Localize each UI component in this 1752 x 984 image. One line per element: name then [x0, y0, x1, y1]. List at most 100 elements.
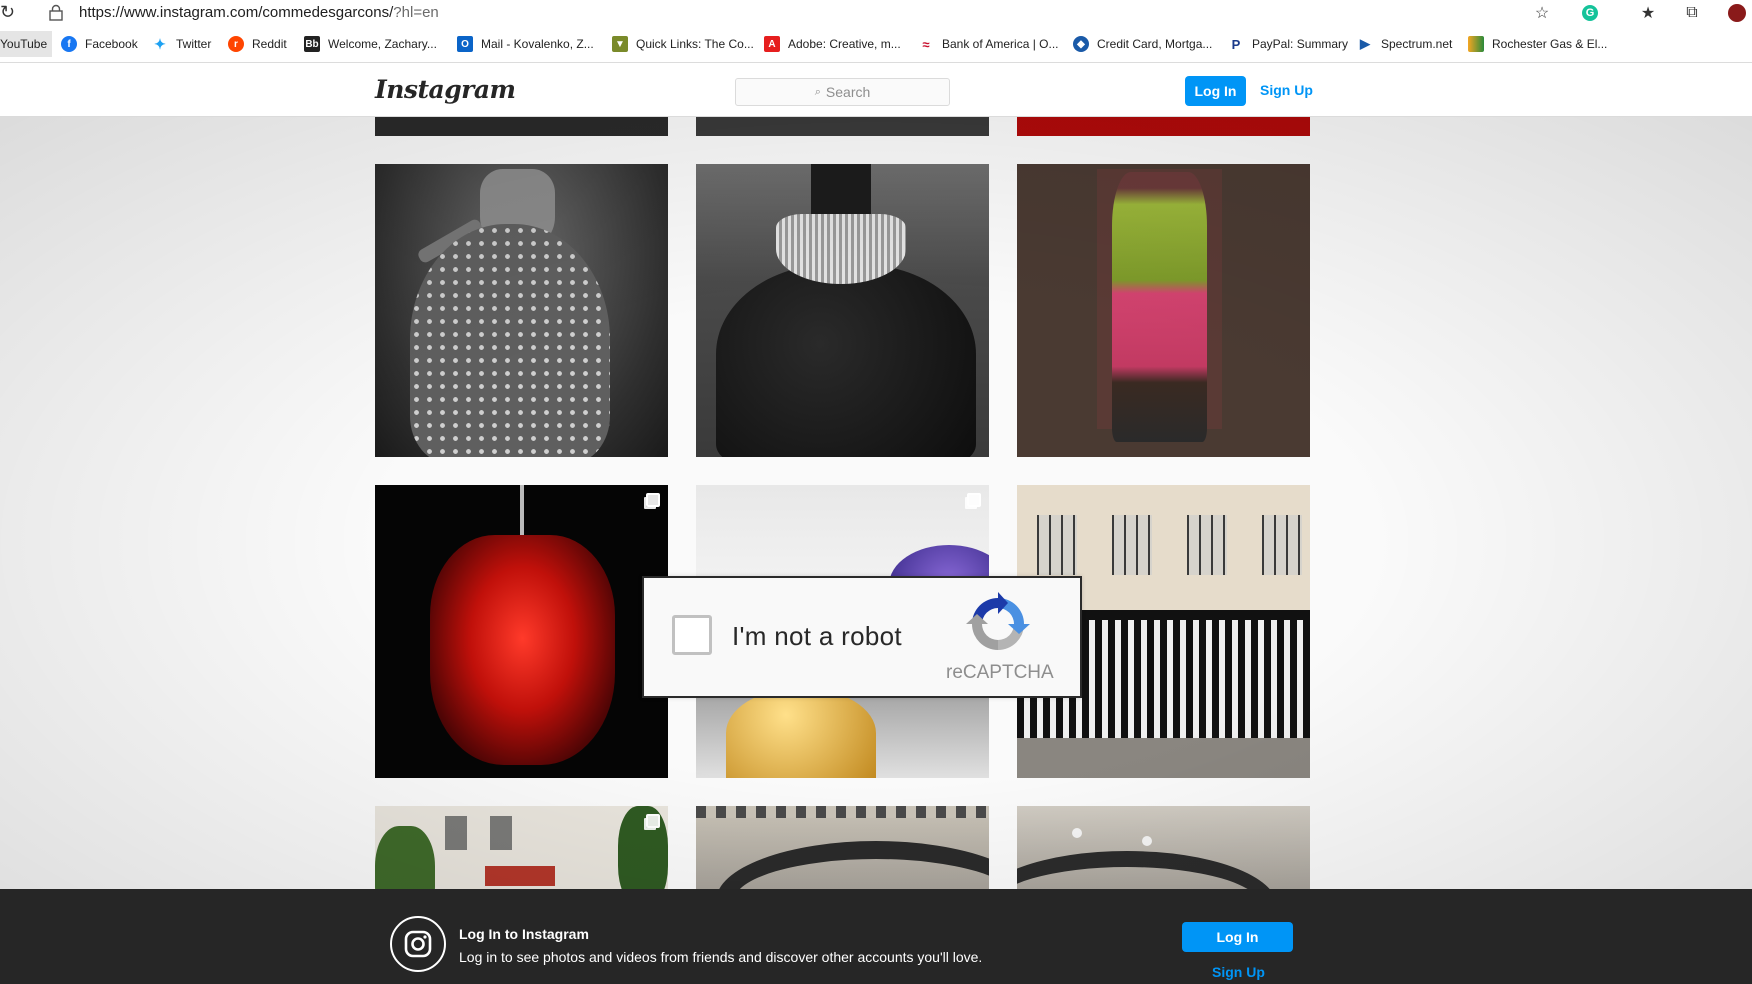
carousel-icon [967, 493, 981, 507]
bookmark-label: Facebook [85, 37, 138, 51]
bookmark-bank-of-america[interactable]: ≈ Bank of America | O... [918, 31, 1059, 57]
bookmark-label: Mail - Kovalenko, Z... [481, 37, 594, 51]
bookmark-rge[interactable]: Rochester Gas & El... [1468, 31, 1607, 57]
recaptcha-icon [966, 592, 1030, 650]
bookmark-spectrum[interactable]: ▶ Spectrum.net [1357, 31, 1452, 57]
post-image-detail [1112, 172, 1207, 442]
url-main: https://www.instagram.com/commedesgarcon… [79, 4, 394, 21]
post-tile[interactable] [1017, 164, 1310, 457]
post-tile[interactable] [696, 164, 989, 457]
recaptcha-label: I'm not a robot [732, 621, 902, 651]
recaptcha-brand: reCAPTCHA [946, 662, 1054, 683]
star-icon[interactable]: ☆ [1531, 2, 1553, 24]
bookmark-label: Spectrum.net [1381, 37, 1453, 51]
address-bar[interactable]: https://www.instagram.com/commedesgarcon… [79, 3, 439, 23]
outlook-icon: O [457, 36, 473, 52]
bookmark-label: YouTube [0, 37, 48, 51]
recaptcha-checkbox[interactable] [672, 615, 712, 655]
post-image-detail [485, 866, 555, 886]
grammarly-icon[interactable]: G [1579, 2, 1601, 24]
browser-chrome: ↻ https://www.instagram.com/commedesgarc… [0, 0, 1752, 62]
shield-icon: ▼ [612, 36, 628, 52]
bookmark-label: Bank of America | O... [942, 37, 1059, 51]
post-tile[interactable] [696, 806, 989, 889]
post-image-detail [1072, 828, 1082, 838]
instagram-logo[interactable]: Instagram [375, 75, 516, 104]
bookmark-label: Adobe: Creative, m... [788, 37, 901, 51]
signup-link[interactable]: Sign Up [1212, 964, 1265, 980]
bookmark-label: PayPal: Summary [1252, 37, 1349, 51]
post-image-detail [490, 816, 512, 850]
adobe-icon: A [764, 36, 780, 52]
bookmark-label: Rochester Gas & El... [1492, 37, 1608, 51]
post-image-detail [375, 826, 435, 889]
post-image-detail [696, 806, 989, 818]
bookmark-quick-links[interactable]: ▼ Quick Links: The Co... [612, 31, 754, 57]
post-image-detail [430, 535, 615, 765]
bookmark-chase[interactable]: ◆ Credit Card, Mortga... [1073, 31, 1212, 57]
header-signup-link[interactable]: Sign Up [1260, 82, 1313, 98]
lock-icon [49, 4, 63, 21]
bookmark-blackboard[interactable]: Bb Welcome, Zachary... [304, 31, 437, 57]
post-image-detail [1262, 515, 1302, 575]
bookmark-twitter[interactable]: ✦ Twitter [152, 31, 211, 57]
post-image-detail [1142, 836, 1152, 846]
bookmarks-bar: YouTube f Facebook ✦ Twitter r Reddit Bb Wel… [0, 31, 1752, 57]
post-image-detail [1037, 515, 1077, 575]
carousel-icon [646, 814, 660, 828]
bookmark-label: Quick Links: The Co... [636, 37, 754, 51]
instagram-header: Instagram ⌕ Search Log In Sign Up [0, 63, 1752, 117]
carousel-icon [646, 493, 660, 507]
post-image-detail [1187, 515, 1227, 575]
login-prompt-text: Log in to see photos and videos from fri… [459, 949, 983, 965]
post-image-detail [1017, 851, 1277, 889]
bookmark-label: Twitter [176, 37, 212, 51]
bookmark-youtube[interactable]: YouTube [0, 31, 53, 57]
blackboard-icon: Bb [304, 36, 320, 52]
reload-icon[interactable]: ↻ [0, 2, 18, 22]
post-image-detail [716, 264, 976, 457]
search-icon: ⌕ [814, 85, 821, 98]
post-image-detail [1017, 738, 1310, 778]
search-placeholder: Search [825, 84, 871, 100]
twitter-icon: ✦ [154, 35, 166, 52]
post-image-detail [445, 816, 467, 850]
facebook-icon: f [61, 36, 77, 52]
collections-icon[interactable]: ⧉ [1681, 2, 1703, 24]
bookmark-label: Credit Card, Mortga... [1097, 37, 1213, 51]
bookmark-adobe[interactable]: A Adobe: Creative, m... [764, 31, 901, 57]
login-button[interactable]: Log In [1182, 922, 1293, 952]
search-input[interactable]: ⌕ Search [735, 78, 950, 106]
post-tile[interactable] [375, 806, 668, 889]
post-image-detail [776, 214, 906, 284]
spectrum-icon: ▶ [1360, 36, 1370, 51]
bookmark-label: Reddit [252, 37, 287, 51]
profile-avatar-icon[interactable] [1726, 2, 1748, 24]
post-image-detail [1112, 515, 1152, 575]
login-prompt-title: Log In to Instagram [459, 926, 589, 942]
rge-icon [1468, 36, 1484, 52]
bookmark-facebook[interactable]: f Facebook [61, 31, 138, 57]
chase-icon: ◆ [1073, 36, 1089, 52]
bookmark-paypal[interactable]: P PayPal: Summary [1228, 31, 1348, 57]
post-tile[interactable] [375, 164, 668, 457]
post-image-detail [726, 688, 876, 778]
post-image-detail [618, 806, 668, 889]
address-row: ↻ https://www.instagram.com/commedesgarc… [0, 0, 1752, 26]
paypal-icon: P [1231, 36, 1241, 52]
header-login-button[interactable]: Log In [1185, 76, 1246, 106]
url-query: ?hl=en [393, 4, 439, 21]
post-tile[interactable] [375, 485, 668, 778]
bank-of-america-icon: ≈ [922, 36, 930, 52]
recaptcha-widget: I'm not a robot reCAPTCHA [642, 576, 1082, 698]
bookmark-reddit[interactable]: r Reddit [228, 31, 287, 57]
post-image-detail [716, 841, 989, 889]
reddit-icon: r [228, 36, 244, 52]
post-tile[interactable] [1017, 806, 1310, 889]
login-prompt-bar: Log In to Instagram Log in to see photos… [0, 889, 1752, 984]
bookmark-label: Welcome, Zachary... [328, 37, 437, 51]
post-image-detail [410, 224, 610, 457]
instagram-icon [390, 916, 446, 972]
favorites-icon[interactable]: ★ [1637, 2, 1659, 24]
bookmark-outlook[interactable]: O Mail - Kovalenko, Z... [457, 31, 594, 57]
